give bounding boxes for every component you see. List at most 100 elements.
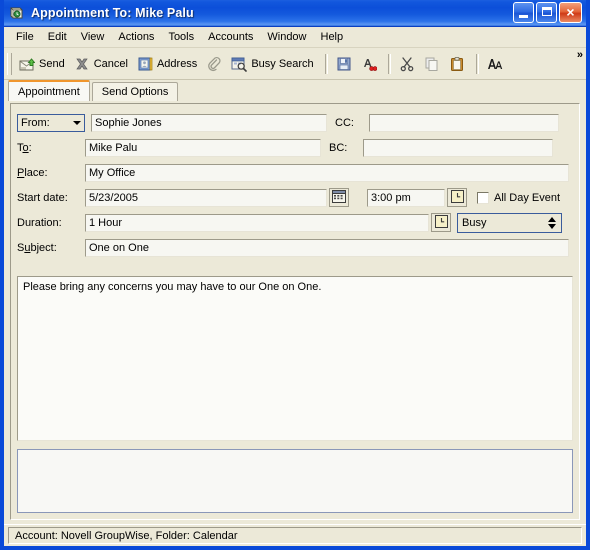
- start-date-input[interactable]: 5/23/2005: [85, 188, 327, 207]
- toolbar-separator-1: [324, 53, 328, 74]
- start-date-row: Start date: 5/23/2005 3:00 pm All Day Ev…: [17, 185, 575, 210]
- duration-time-picker-button[interactable]: [431, 213, 451, 232]
- duration-input[interactable]: 1 Hour: [85, 213, 429, 232]
- cc-input[interactable]: [369, 113, 559, 132]
- menu-actions[interactable]: Actions: [111, 29, 161, 46]
- window-frame: Appointment To: Mike Palu × File Edit Vi…: [0, 0, 590, 550]
- bc-input[interactable]: [363, 138, 553, 157]
- show-as-value: Busy: [462, 216, 487, 229]
- status-bar-text: Account: Novell GroupWise, Folder: Calen…: [8, 527, 582, 544]
- subject-input[interactable]: One on One: [85, 238, 569, 257]
- subject-label: Subject:: [17, 241, 57, 254]
- save-button[interactable]: [333, 51, 358, 77]
- chevron-down-icon: [73, 120, 81, 125]
- busy-search-icon: [231, 56, 248, 72]
- duration-label: Duration:: [17, 216, 62, 229]
- cancel-x-icon: [74, 56, 90, 72]
- appointment-panel: From: Sophie Jones CC: To: Mike Palu BC:…: [10, 103, 580, 520]
- all-day-checkbox-box: [477, 191, 489, 204]
- address-button-label: Address: [156, 57, 198, 70]
- paste-button[interactable]: [446, 51, 471, 77]
- title-bar: Appointment To: Mike Palu ×: [4, 0, 586, 27]
- paperclip-icon: [206, 56, 222, 72]
- from-row: From: Sophie Jones CC:: [17, 110, 575, 135]
- menu-bar: File Edit View Actions Tools Accounts Wi…: [4, 27, 586, 48]
- menu-edit[interactable]: Edit: [41, 29, 74, 46]
- cut-button[interactable]: [396, 51, 421, 77]
- address-button[interactable]: Address: [134, 51, 203, 77]
- calendar-picker-icon: [332, 189, 346, 206]
- start-date-label: Start date:: [17, 191, 68, 204]
- menu-tools[interactable]: Tools: [161, 29, 201, 46]
- tab-send-options[interactable]: Send Options: [91, 82, 179, 101]
- minimize-icon: [519, 15, 528, 18]
- attachment-panel[interactable]: [17, 449, 573, 513]
- copy-pages-icon: [424, 56, 440, 72]
- content-area: From: Sophie Jones CC: To: Mike Palu BC:…: [4, 101, 586, 524]
- appointment-book-icon: [9, 4, 27, 22]
- toolbar-overflow-chevron-icon[interactable]: »: [577, 50, 583, 61]
- tab-appointment[interactable]: Appointment: [8, 80, 90, 101]
- chevron-up-icon: [548, 216, 556, 222]
- toolbar: Send Cancel Address Busy Search »: [4, 48, 586, 80]
- bc-label: BC:: [329, 141, 348, 154]
- from-label: From:: [21, 116, 50, 129]
- appointment-window: Appointment To: Mike Palu × File Edit Vi…: [0, 0, 590, 550]
- cc-label: CC:: [335, 116, 354, 129]
- menu-window[interactable]: Window: [260, 29, 313, 46]
- time-picker-button[interactable]: [447, 188, 467, 207]
- to-input[interactable]: Mike Palu: [85, 138, 321, 157]
- place-input[interactable]: My Office: [85, 163, 569, 182]
- copy-button[interactable]: [421, 51, 446, 77]
- all-day-event-checkbox[interactable]: All Day Event: [477, 191, 561, 204]
- send-envelope-icon: [19, 56, 35, 72]
- to-label: To:: [17, 141, 32, 154]
- menu-accounts[interactable]: Accounts: [201, 29, 260, 46]
- address-book-icon: [137, 56, 153, 72]
- cancel-button[interactable]: Cancel: [71, 51, 134, 77]
- menu-file[interactable]: File: [9, 29, 41, 46]
- busy-search-button-label: Busy Search: [251, 57, 314, 70]
- calendar-picker-button[interactable]: [329, 188, 349, 207]
- spinner-arrows-icon: [548, 216, 556, 229]
- appointment-form: From: Sophie Jones CC: To: Mike Palu BC:…: [11, 104, 579, 260]
- cancel-button-label: Cancel: [93, 57, 128, 70]
- clipboard-paste-icon: [449, 56, 465, 72]
- toolbar-grip[interactable]: [7, 52, 12, 75]
- font-button[interactable]: [484, 51, 509, 77]
- duration-row: Duration: 1 Hour Busy: [17, 210, 575, 235]
- send-button-label: Send: [39, 57, 65, 70]
- toolbar-separator-2: [387, 53, 391, 74]
- close-button[interactable]: ×: [559, 2, 582, 23]
- attach-button[interactable]: [203, 51, 228, 77]
- menu-view[interactable]: View: [74, 29, 112, 46]
- minimize-button[interactable]: [513, 2, 534, 23]
- from-dropdown[interactable]: From:: [17, 113, 85, 132]
- scissors-icon: [399, 56, 415, 72]
- subject-row: Subject: One on One: [17, 235, 575, 260]
- spell-check-button[interactable]: [358, 51, 383, 77]
- start-time-input[interactable]: 3:00 pm: [367, 188, 445, 207]
- busy-search-button[interactable]: Busy Search: [228, 51, 319, 77]
- from-input[interactable]: Sophie Jones: [91, 113, 327, 132]
- toolbar-separator-3: [475, 53, 479, 74]
- maximize-button[interactable]: [536, 2, 557, 23]
- maximize-icon: [542, 7, 552, 16]
- place-row: Place: My Office: [17, 160, 575, 185]
- menu-help[interactable]: Help: [314, 29, 351, 46]
- spell-check-icon: [361, 56, 377, 72]
- chevron-down-icon: [548, 223, 556, 229]
- close-icon: ×: [566, 4, 575, 20]
- window-controls: ×: [513, 2, 582, 23]
- clock-picker-icon: [434, 214, 448, 231]
- tab-strip: Appointment Send Options: [4, 80, 586, 101]
- send-button[interactable]: Send: [16, 51, 71, 77]
- all-day-event-label: All Day Event: [494, 191, 561, 204]
- save-floppy-icon: [336, 56, 352, 72]
- to-row: To: Mike Palu BC:: [17, 135, 575, 160]
- place-label: Place:: [17, 166, 48, 179]
- message-body-input[interactable]: Please bring any concerns you may have t…: [17, 276, 573, 441]
- show-as-dropdown[interactable]: Busy: [457, 212, 562, 233]
- window-title: Appointment To: Mike Palu: [31, 6, 194, 20]
- status-bar: Account: Novell GroupWise, Folder: Calen…: [4, 524, 586, 546]
